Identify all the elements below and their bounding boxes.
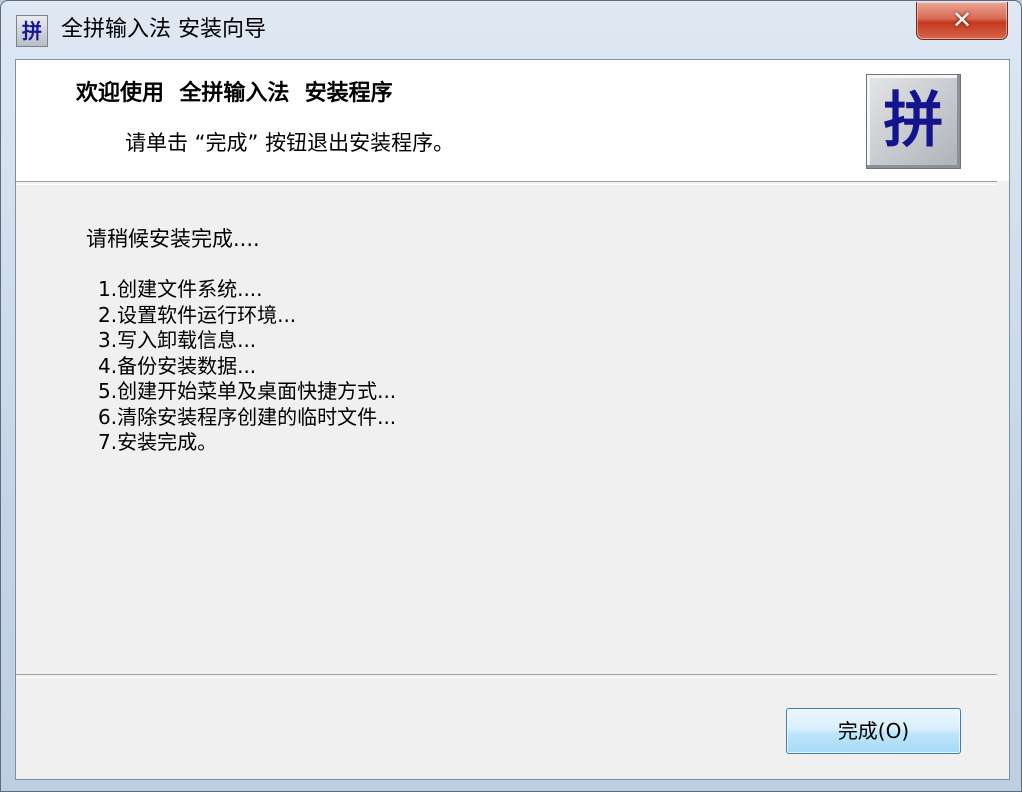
title-bar[interactable]: 拼 全拼输入法 安装向导 ✕ [1, 1, 1021, 59]
finish-button[interactable]: 完成(O) [786, 708, 961, 754]
logo-glyph: 拼 [883, 86, 944, 156]
install-step: 5.创建开始菜单及桌面快捷方式... [98, 379, 397, 403]
close-button[interactable]: ✕ [916, 2, 1008, 40]
wizard-header: 欢迎使用 全拼输入法 安装程序 请单击 “完成” 按钮退出安装程序。 拼 [16, 60, 1009, 181]
window-title: 全拼输入法 安装向导 [61, 17, 266, 42]
install-step: 4.备份安装数据... [98, 353, 257, 378]
header-title: 欢迎使用 全拼输入法 安装程序 [76, 81, 393, 106]
header-subtitle: 请单击 “完成” 按钮退出安装程序。 [125, 131, 455, 155]
install-step: 3.写入卸载信息... [98, 328, 257, 352]
install-step: 1.创建文件系统.... [98, 277, 263, 301]
install-step: 2.设置软件运行环境... [98, 302, 297, 327]
status-text: 请稍候安装完成.... [86, 227, 260, 251]
install-steps-list: 1.创建文件系统.... 2.设置软件运行环境... 3.写入卸载信息... 4… [98, 277, 396, 456]
app-icon[interactable]: 拼 [16, 15, 48, 47]
header-divider [16, 181, 997, 185]
wizard-body: 欢迎使用 全拼输入法 安装程序 请单击 “完成” 按钮退出安装程序。 拼 请稍候… [15, 59, 1010, 780]
install-step: 7.安装完成。 [98, 430, 218, 454]
pinyin-logo-icon: 拼 [866, 74, 961, 169]
install-step: 6.清除安装程序创建的临时文件... [98, 404, 397, 429]
footer-divider [16, 674, 997, 678]
installer-window: 拼 全拼输入法 安装向导 ✕ 欢迎使用 全拼输入法 安装程序 请单击 “完成” … [0, 0, 1022, 792]
finish-button-label: 完成(O) [837, 719, 910, 743]
close-icon: ✕ [951, 6, 973, 34]
